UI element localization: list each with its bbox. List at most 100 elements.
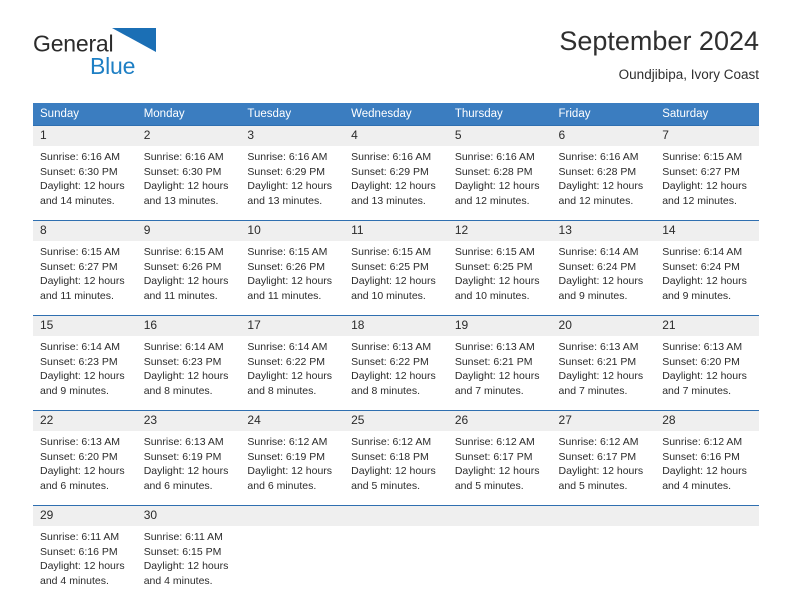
daylight-duration-line1: Daylight: 12 hours [40, 465, 125, 478]
calendar-day-cell[interactable]: 10 Sunrise: 6:15 AM Sunset: 6:26 PM Dayligh… [240, 220, 345, 316]
daylight-duration-line1: Daylight: 12 hours [558, 465, 644, 478]
day-details: Sunrise: 6:16 AM Sunset: 6:28 PM Daylight:… [552, 146, 656, 220]
calendar-day-cell[interactable]: 28 Sunrise: 6:12 AM Sunset: 6:16 PM Dayligh… [655, 410, 759, 506]
calendar-day-cell[interactable]: 29 Sunrise: 6:11 AM Sunset: 6:16 PM Dayligh… [33, 505, 137, 600]
title-block: September 2024 Oundjibipa, Ivory Coast [559, 24, 759, 83]
calendar-day-cell[interactable]: 14 Sunrise: 6:14 AM Sunset: 6:24 PM Dayligh… [655, 220, 759, 316]
day-number: 21 [655, 316, 759, 336]
day-number: 13 [551, 221, 656, 241]
sunrise-time: Sunrise: 6:16 AM [558, 151, 639, 163]
calendar-day-cell[interactable]: 25 Sunrise: 6:12 AM Sunset: 6:18 PM Dayligh… [344, 410, 448, 506]
sunrise-time: Sunrise: 6:14 AM [662, 246, 743, 258]
calendar-day-cell[interactable]: 2 Sunrise: 6:16 AM Sunset: 6:30 PM Daylight… [136, 125, 241, 221]
day-details: Sunrise: 6:16 AM Sunset: 6:30 PM Daylight:… [137, 146, 241, 220]
calendar-day-cell[interactable]: 5 Sunrise: 6:16 AM Sunset: 6:28 PM Daylight… [447, 125, 552, 221]
day-details [344, 526, 448, 600]
sunrise-time: Sunrise: 6:15 AM [143, 246, 224, 258]
sunrise-time: Sunrise: 6:11 AM [143, 531, 223, 543]
daylight-duration-line2: and 8 minutes. [143, 384, 213, 397]
calendar-day-cell[interactable]: 12 Sunrise: 6:15 AM Sunset: 6:25 PM Dayligh… [447, 220, 552, 316]
sunrise-time: Sunrise: 6:12 AM [247, 436, 328, 448]
day-details: Sunrise: 6:12 AM Sunset: 6:19 PM Daylight:… [240, 431, 344, 505]
brand-logo-top-row: General [33, 28, 273, 57]
calendar-day-cell[interactable]: 13 Sunrise: 6:14 AM Sunset: 6:24 PM Dayligh… [551, 220, 656, 316]
day-details [448, 526, 552, 600]
day-details: Sunrise: 6:14 AM Sunset: 6:22 PM Daylight:… [240, 336, 344, 410]
day-number: 29 [33, 506, 137, 526]
sunrise-time: Sunrise: 6:15 AM [247, 246, 328, 258]
daylight-duration-line1: Daylight: 12 hours [662, 180, 747, 193]
calendar-day-cell[interactable]: 15 Sunrise: 6:14 AM Sunset: 6:23 PM Dayligh… [33, 315, 137, 411]
daylight-duration-line1: Daylight: 12 hours [558, 370, 644, 383]
calendar-day-cell[interactable]: 19 Sunrise: 6:13 AM Sunset: 6:21 PM Dayligh… [447, 315, 552, 411]
sunset-time: Sunset: 6:24 PM [662, 260, 740, 273]
sunset-time: Sunset: 6:24 PM [558, 260, 637, 273]
sunset-time: Sunset: 6:23 PM [40, 355, 118, 368]
sunset-time: Sunset: 6:30 PM [143, 165, 222, 178]
calendar-day-cell[interactable]: 20 Sunrise: 6:13 AM Sunset: 6:21 PM Dayligh… [551, 315, 656, 411]
daylight-duration-line2: and 6 minutes. [143, 479, 213, 492]
daylight-duration-line2: and 12 minutes. [454, 194, 530, 207]
day-number [655, 506, 759, 526]
sunset-time: Sunset: 6:17 PM [454, 450, 533, 463]
daylight-duration-line2: and 8 minutes. [351, 384, 420, 397]
calendar-day-cell[interactable]: 22 Sunrise: 6:13 AM Sunset: 6:20 PM Dayligh… [33, 410, 137, 506]
calendar-day-cell[interactable]: 23 Sunrise: 6:13 AM Sunset: 6:19 PM Dayligh… [136, 410, 241, 506]
day-number: 5 [447, 126, 552, 146]
day-details [240, 526, 344, 600]
daylight-duration-line1: Daylight: 12 hours [662, 370, 747, 383]
calendar-week-row: 15 Sunrise: 6:14 AM Sunset: 6:23 PM Dayligh… [33, 315, 759, 411]
calendar-day-cell[interactable]: 1 Sunrise: 6:16 AM Sunset: 6:30 PM Daylight… [33, 125, 137, 221]
day-number [447, 506, 552, 526]
calendar-day-cell[interactable]: 16 Sunrise: 6:14 AM Sunset: 6:23 PM Dayligh… [136, 315, 241, 411]
daylight-duration-line1: Daylight: 12 hours [143, 275, 229, 288]
daylight-duration-line2: and 7 minutes. [662, 384, 732, 397]
calendar-day-cell[interactable]: 9 Sunrise: 6:15 AM Sunset: 6:26 PM Daylight… [136, 220, 241, 316]
day-details [552, 526, 656, 600]
calendar-day-cell[interactable]: 8 Sunrise: 6:15 AM Sunset: 6:27 PM Daylight… [33, 220, 137, 316]
day-details: Sunrise: 6:15 AM Sunset: 6:27 PM Daylight:… [655, 146, 759, 220]
day-details: Sunrise: 6:14 AM Sunset: 6:24 PM Daylight:… [655, 241, 759, 315]
calendar-day-cell[interactable]: 18 Sunrise: 6:13 AM Sunset: 6:22 PM Dayligh… [344, 315, 448, 411]
calendar-day-cell[interactable]: 7 Sunrise: 6:15 AM Sunset: 6:27 PM Daylight… [655, 125, 759, 221]
day-details: Sunrise: 6:12 AM Sunset: 6:18 PM Daylight:… [344, 431, 448, 505]
daylight-duration-line2: and 10 minutes. [351, 289, 426, 302]
calendar-week-row: 22 Sunrise: 6:13 AM Sunset: 6:20 PM Dayligh… [33, 410, 759, 506]
day-details: Sunrise: 6:13 AM Sunset: 6:21 PM Daylight:… [552, 336, 656, 410]
calendar-day-cell[interactable]: 21 Sunrise: 6:13 AM Sunset: 6:20 PM Dayligh… [655, 315, 759, 411]
sunset-time: Sunset: 6:16 PM [662, 450, 740, 463]
weekday-header-row: Sunday Monday Tuesday Wednesday Thursday… [33, 103, 759, 126]
daylight-duration-line1: Daylight: 12 hours [40, 275, 125, 288]
calendar-day-cell-empty [655, 505, 759, 600]
day-number: 15 [33, 316, 137, 336]
calendar-day-cell[interactable]: 4 Sunrise: 6:16 AM Sunset: 6:29 PM Daylight… [344, 125, 448, 221]
calendar-header-row-group: Sunday Monday Tuesday Wednesday Thursday… [33, 103, 759, 126]
page-header: General Blue September 2024 Oundjibipa, … [33, 26, 759, 98]
day-number: 8 [33, 221, 137, 241]
day-details: Sunrise: 6:15 AM Sunset: 6:25 PM Daylight:… [448, 241, 552, 315]
daylight-duration-line2: and 13 minutes. [351, 194, 426, 207]
brand-logo[interactable]: General Blue [33, 28, 273, 84]
day-number: 12 [447, 221, 552, 241]
day-number: 16 [136, 316, 241, 336]
calendar-day-cell[interactable]: 3 Sunrise: 6:16 AM Sunset: 6:29 PM Daylight… [240, 125, 345, 221]
sunrise-time: Sunrise: 6:12 AM [662, 436, 743, 448]
calendar-day-cell[interactable]: 27 Sunrise: 6:12 AM Sunset: 6:17 PM Dayligh… [551, 410, 656, 506]
day-number [240, 506, 345, 526]
calendar-week-row: 1 Sunrise: 6:16 AM Sunset: 6:30 PM Daylight… [33, 125, 759, 221]
calendar-day-cell[interactable]: 6 Sunrise: 6:16 AM Sunset: 6:28 PM Daylight… [551, 125, 656, 221]
day-details: Sunrise: 6:16 AM Sunset: 6:30 PM Daylight:… [33, 146, 137, 220]
calendar-day-cell[interactable]: 17 Sunrise: 6:14 AM Sunset: 6:22 PM Dayligh… [240, 315, 345, 411]
daylight-duration-line1: Daylight: 12 hours [454, 370, 540, 383]
daylight-duration-line1: Daylight: 12 hours [247, 465, 333, 478]
day-details: Sunrise: 6:11 AM Sunset: 6:15 PM Daylight:… [137, 526, 241, 600]
daylight-duration-line1: Daylight: 12 hours [143, 370, 229, 383]
sunrise-sunset-calendar-table: Sunday Monday Tuesday Wednesday Thursday… [33, 103, 759, 600]
calendar-day-cell[interactable]: 26 Sunrise: 6:12 AM Sunset: 6:17 PM Dayligh… [447, 410, 552, 506]
daylight-duration-line2: and 13 minutes. [143, 194, 219, 207]
daylight-duration-line2: and 8 minutes. [247, 384, 317, 397]
triangle-logo-icon [112, 28, 158, 64]
calendar-day-cell[interactable]: 11 Sunrise: 6:15 AM Sunset: 6:25 PM Dayligh… [344, 220, 448, 316]
calendar-day-cell[interactable]: 24 Sunrise: 6:12 AM Sunset: 6:19 PM Dayligh… [240, 410, 345, 506]
calendar-day-cell[interactable]: 30 Sunrise: 6:11 AM Sunset: 6:15 PM Dayligh… [136, 505, 241, 600]
